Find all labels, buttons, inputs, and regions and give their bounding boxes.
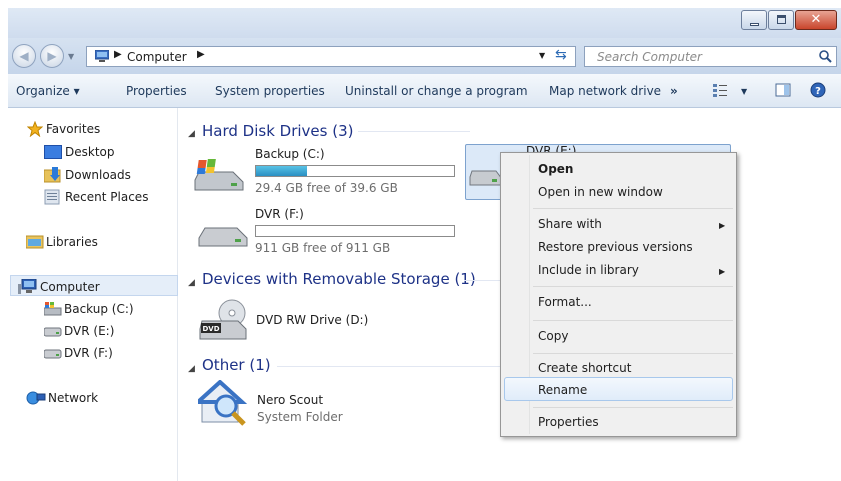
map-network-drive-button[interactable]: Map network drive [549,84,661,98]
drive-name[interactable]: DVR (F:) [255,207,304,221]
menu-separator [533,407,733,408]
forward-button[interactable]: ▶ [40,44,64,68]
more-commands-button[interactable]: » [670,84,678,98]
address-bar[interactable]: ▶ Computer ▶ ▼ ⇆ [86,46,576,67]
system-properties-button[interactable]: System properties [215,84,325,98]
forward-arrow-icon: ▶ [47,49,57,63]
nero-scout-icon [198,380,248,426]
nav-backup-c[interactable]: Backup (C:) [64,302,134,316]
svg-text:?: ? [815,86,821,97]
menu-item-share-with[interactable]: Share with [538,217,602,231]
drive-name[interactable]: Backup (C:) [255,147,325,161]
search-input[interactable]: Search Computer [584,46,837,67]
group-divider [358,131,470,132]
submenu-arrow-icon: ▶ [719,221,726,230]
breadcrumb-computer[interactable]: Computer [127,50,187,64]
change-view-icon[interactable] [712,82,728,98]
menu-separator [533,320,733,321]
submenu-arrow-icon: ▶ [719,267,726,276]
collapse-group-icon[interactable]: ◢ [188,129,195,139]
context-menu: Open Open in new window Share with ▶ Res… [500,152,737,437]
help-icon[interactable]: ? [810,82,826,98]
hard-drive-icon [44,349,62,359]
hard-drive-icon [198,227,248,247]
nav-computer[interactable]: Computer [40,280,100,294]
menu-item-include-library[interactable]: Include in library [538,263,639,277]
nav-desktop[interactable]: Desktop [65,145,115,159]
organize-button[interactable]: Organize ▾ [16,84,80,98]
search-placeholder: Search Computer [597,50,702,64]
menu-item-create-shortcut[interactable]: Create shortcut [538,361,631,375]
capacity-bar-fill [256,166,308,176]
group-hard-disk-drives[interactable]: Hard Disk Drives (3) [202,122,353,140]
drive-free-space: 29.4 GB free of 39.6 GB [255,181,398,195]
preview-pane-icon[interactable] [775,82,791,98]
dvd-drive-icon: DVD [199,299,247,340]
menu-separator [533,353,733,354]
star-icon [27,121,43,137]
back-button[interactable]: ◀ [12,44,36,68]
nav-dvr-e[interactable]: DVR (E:) [64,324,114,338]
desktop-icon [44,145,62,159]
group-divider [464,280,500,281]
computer-icon [95,50,109,62]
system-drive-icon [44,302,62,316]
close-button[interactable]: ✕ [795,10,837,30]
back-arrow-icon: ◀ [19,49,29,63]
libraries-icon [26,235,44,249]
hard-drive-icon [44,327,62,337]
address-dropdown-icon[interactable]: ▼ [539,51,545,60]
group-divider [277,366,500,367]
menu-item-format[interactable]: Format... [538,295,592,309]
recent-places-icon [44,189,60,205]
drive-free-space: 911 GB free of 911 GB [255,241,391,255]
drive-name[interactable]: DVD RW Drive (D:) [256,313,368,327]
maximize-icon [777,15,786,24]
title-bar [8,8,841,38]
menu-separator [533,286,733,287]
close-icon: ✕ [810,12,822,27]
nav-network[interactable]: Network [48,391,98,405]
recent-pages-dropdown[interactable]: ▼ [68,52,74,61]
nav-dvr-f[interactable]: DVR (F:) [64,346,113,360]
capacity-bar [255,225,455,237]
menu-item-restore-previous[interactable]: Restore previous versions [538,240,693,254]
nav-downloads[interactable]: Downloads [65,168,131,182]
maximize-button[interactable] [768,10,794,30]
dvd-badge: DVD [202,325,219,333]
group-other[interactable]: Other (1) [202,356,271,374]
view-dropdown-icon[interactable]: ▼ [741,87,747,96]
nav-libraries[interactable]: Libraries [46,235,98,249]
menu-item-rename[interactable]: Rename [538,383,587,397]
collapse-group-icon[interactable]: ◢ [188,364,195,374]
group-removable-storage[interactable]: Devices with Removable Storage (1) [202,270,476,288]
minimize-icon [750,23,759,26]
properties-button[interactable]: Properties [126,84,187,98]
hard-drive-icon [469,170,503,186]
network-icon [26,391,46,405]
downloads-folder-icon [44,167,61,183]
computer-icon [18,279,37,294]
system-drive-icon [194,159,244,191]
breadcrumb-arrow-icon[interactable]: ▶ [197,49,205,60]
menu-item-properties[interactable]: Properties [538,415,599,429]
nav-recent-places[interactable]: Recent Places [65,190,148,204]
menu-separator [533,208,733,209]
capacity-bar [255,165,455,177]
menu-item-open-new-window[interactable]: Open in new window [538,185,663,199]
minimize-button[interactable] [741,10,767,30]
item-name[interactable]: Nero Scout [257,393,323,407]
menu-item-copy[interactable]: Copy [538,329,568,343]
nav-favorites[interactable]: Favorites [46,122,100,136]
search-icon[interactable] [818,49,832,63]
refresh-icon[interactable]: ⇆ [555,47,567,63]
uninstall-program-button[interactable]: Uninstall or change a program [345,84,528,98]
item-type: System Folder [257,410,343,424]
menu-item-open[interactable]: Open [538,162,573,176]
collapse-group-icon[interactable]: ◢ [188,278,195,288]
breadcrumb-arrow-icon[interactable]: ▶ [114,49,122,60]
